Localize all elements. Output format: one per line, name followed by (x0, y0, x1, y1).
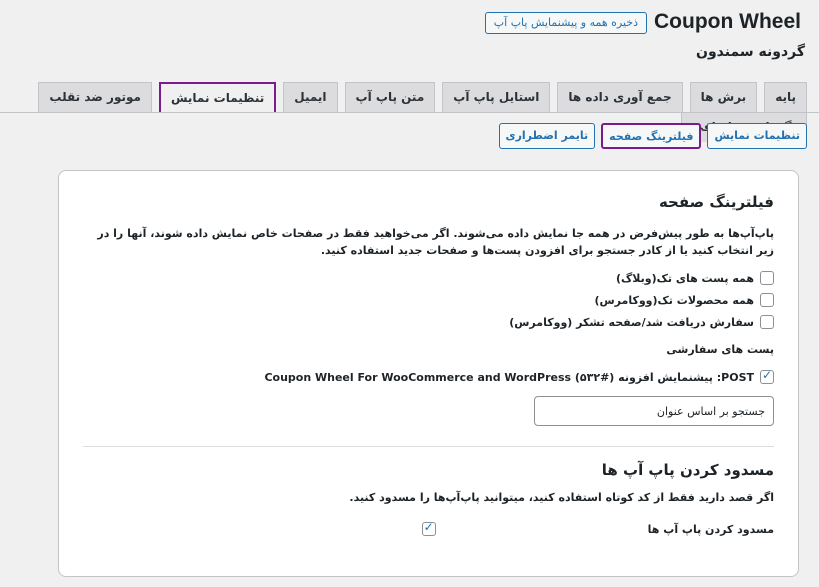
section-divider (83, 446, 774, 447)
settings-tabs: پایه برش ها جمع آوری داده ها استایل پاپ … (12, 82, 807, 142)
filter-options: همه پست های تک(وبلاگ) همه محصولات تک(ووک… (83, 267, 774, 333)
display-subtabs: تنظیمات نمایش فیلترینگ صفحه تایمر اضطرار… (493, 123, 807, 151)
single-products-label: همه محصولات تک(ووکامرس) (594, 293, 754, 307)
post-search-input[interactable] (534, 396, 774, 426)
block-popups-description: اگر قصد دارید فقط از کد کوتاه استفاده کن… (349, 491, 774, 504)
single-posts-checkbox[interactable] (760, 271, 774, 285)
option-single-posts[interactable]: همه پست های تک(وبلاگ) (83, 267, 774, 289)
page-filtering-title: فیلترینگ صفحه (658, 193, 774, 211)
subtab-page-filtering[interactable]: فیلترینگ صفحه (601, 123, 702, 149)
subtab-urgency-timer[interactable]: تایمر اضطراری (498, 123, 596, 149)
block-popups-row[interactable]: مسدود کردن پاپ آپ ها (83, 520, 774, 536)
block-popups-checkbox[interactable] (421, 520, 436, 536)
app-title: Coupon Wheel (654, 10, 801, 33)
order-received-checkbox[interactable] (760, 315, 774, 329)
tab-slices[interactable]: برش ها (689, 82, 758, 112)
tab-popup-style[interactable]: استایل پاپ آپ (442, 82, 551, 112)
page-header: Coupon Wheel ذخیره همه و پیشنمایش پاپ آپ (12, 8, 807, 36)
tab-anti-cheat[interactable]: موتور ضد تقلب (38, 82, 152, 112)
option-single-products[interactable]: همه محصولات تک(ووکامرس) (83, 289, 774, 311)
custom-post-label: POST: پیشنمایش افزونه (#۵۳۲) Coupon Whee… (264, 370, 754, 384)
settings-card: فیلترینگ صفحه پاپ‌آپ‌ها به طور پیش‌فرض د… (58, 170, 799, 577)
block-popups-title: مسدود کردن پاپ آپ ها (601, 461, 774, 479)
single-posts-label: همه پست های تک(وبلاگ) (616, 271, 754, 285)
tabs-divider (0, 112, 819, 113)
tab-email[interactable]: ایمیل (283, 82, 338, 112)
tab-data-collection[interactable]: جمع آوری داده ها (557, 82, 683, 112)
custom-posts-label: پست های سفارشی (666, 343, 774, 356)
order-received-label: سفارش دریافت شد/صفحه تشکر (ووکامرس) (509, 315, 754, 329)
tab-display-settings[interactable]: تنظیمات نمایش (158, 82, 277, 112)
custom-post-item[interactable]: POST: پیشنمایش افزونه (#۵۳۲) Coupon Whee… (83, 368, 774, 384)
tab-basic[interactable]: پایه (764, 82, 807, 112)
tab-popup-text[interactable]: متن پاپ آپ (344, 82, 436, 112)
block-popups-label: مسدود کردن پاپ آپ ها (647, 522, 774, 536)
single-products-checkbox[interactable] (760, 293, 774, 307)
save-and-preview-button[interactable]: ذخیره همه و پیشنمایش پاپ آپ (484, 12, 647, 34)
option-order-received[interactable]: سفارش دریافت شد/صفحه تشکر (ووکامرس) (83, 311, 774, 333)
page-filtering-description: پاپ‌آپ‌ها به طور پیش‌فرض در همه جا نمایش… (97, 227, 774, 257)
custom-post-checkbox[interactable] (760, 368, 774, 384)
wheel-name: گردونه سمندون (696, 44, 805, 60)
subtab-display-settings[interactable]: تنظیمات نمایش (707, 123, 807, 149)
